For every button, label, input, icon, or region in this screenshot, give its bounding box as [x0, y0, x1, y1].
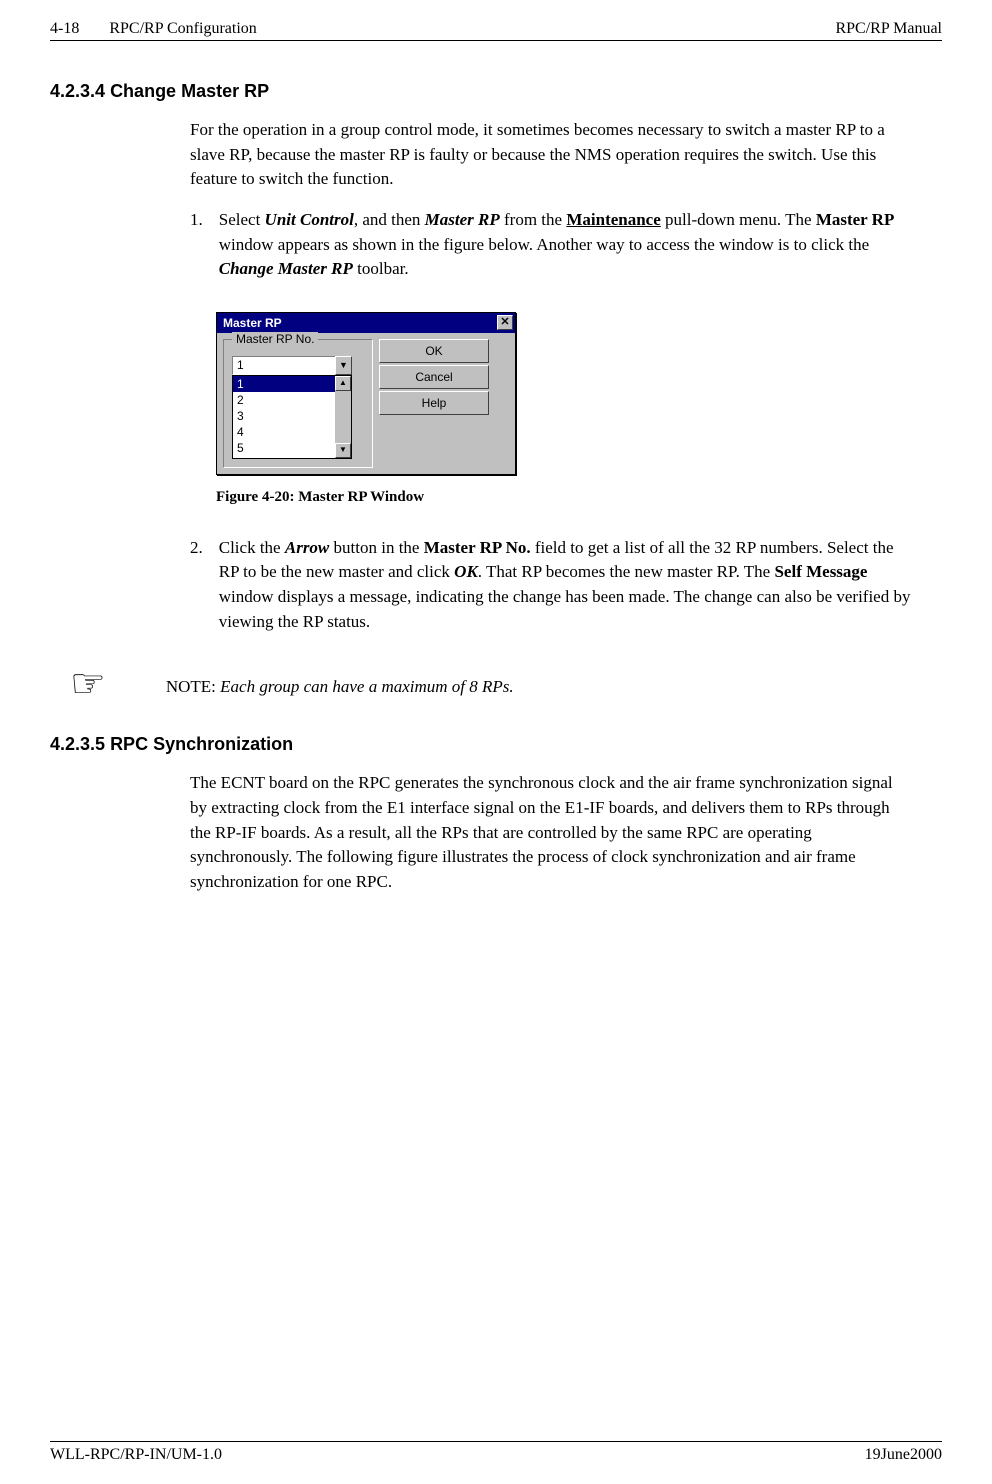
page-header: 4-18 RPC/RP Configuration RPC/RP Manual	[50, 20, 942, 41]
rp-listbox[interactable]: 1 2 3 4 5 ▲ ▼	[232, 375, 352, 459]
section1-intro: For the operation in a group control mod…	[190, 118, 912, 192]
list-item[interactable]: 2	[233, 392, 335, 408]
master-rp-dropdown[interactable]: 1 ▼	[232, 356, 352, 375]
step-2: 2. Click the Arrow button in the Master …	[190, 536, 912, 635]
list-item[interactable]: 1	[233, 376, 335, 392]
page-number: 4-18	[50, 20, 79, 38]
dialog-titlebar: Master RP ✕	[217, 313, 515, 333]
section2-body: The ECNT board on the RPC generates the …	[190, 771, 912, 894]
section-heading-change-master-rp: 4.2.3.4 Change Master RP	[50, 81, 942, 102]
list-item[interactable]: 5	[233, 440, 335, 456]
note-block: ☞ NOTE: Each group can have a maximum of…	[70, 664, 942, 704]
group-label: Master RP No.	[232, 332, 318, 346]
list-item[interactable]: 3	[233, 408, 335, 424]
header-left-title: RPC/RP Configuration	[109, 20, 256, 38]
dropdown-value: 1	[232, 356, 335, 375]
dialog-title: Master RP	[223, 316, 282, 330]
listbox-scrollbar[interactable]: ▲ ▼	[335, 376, 351, 458]
header-right-title: RPC/RP Manual	[835, 20, 942, 38]
master-rp-dialog: Master RP ✕ Master RP No. 1 ▼ 1 2 3 4 5	[216, 312, 516, 475]
ok-button[interactable]: OK	[379, 339, 489, 363]
footer-right: 19June2000	[865, 1446, 942, 1464]
master-rp-no-group: Master RP No. 1 ▼ 1 2 3 4 5 ▲ ▼	[223, 339, 373, 468]
list-item[interactable]: 4	[233, 424, 335, 440]
step-2-text: Click the Arrow button in the Master RP …	[219, 536, 912, 635]
master-rp-figure: Master RP ✕ Master RP No. 1 ▼ 1 2 3 4 5	[216, 312, 942, 506]
step-1: 1. Select Unit Control, and then Master …	[190, 208, 912, 282]
chevron-down-icon[interactable]: ▼	[335, 356, 352, 375]
note-text: NOTE: Each group can have a maximum of 8…	[166, 664, 514, 700]
figure-caption: Figure 4-20: Master RP Window	[216, 489, 942, 506]
page-footer: WLL-RPC/RP-IN/UM-1.0 19June2000	[50, 1441, 942, 1464]
scroll-up-icon[interactable]: ▲	[335, 376, 351, 391]
pointing-hand-icon: ☞	[70, 664, 106, 704]
help-button[interactable]: Help	[379, 391, 489, 415]
scroll-down-icon[interactable]: ▼	[335, 443, 351, 458]
footer-left: WLL-RPC/RP-IN/UM-1.0	[50, 1446, 222, 1464]
cancel-button[interactable]: Cancel	[379, 365, 489, 389]
close-icon[interactable]: ✕	[497, 315, 513, 330]
step-1-text: Select Unit Control, and then Master RP …	[219, 208, 912, 282]
section-heading-rpc-sync: 4.2.3.5 RPC Synchronization	[50, 734, 942, 755]
